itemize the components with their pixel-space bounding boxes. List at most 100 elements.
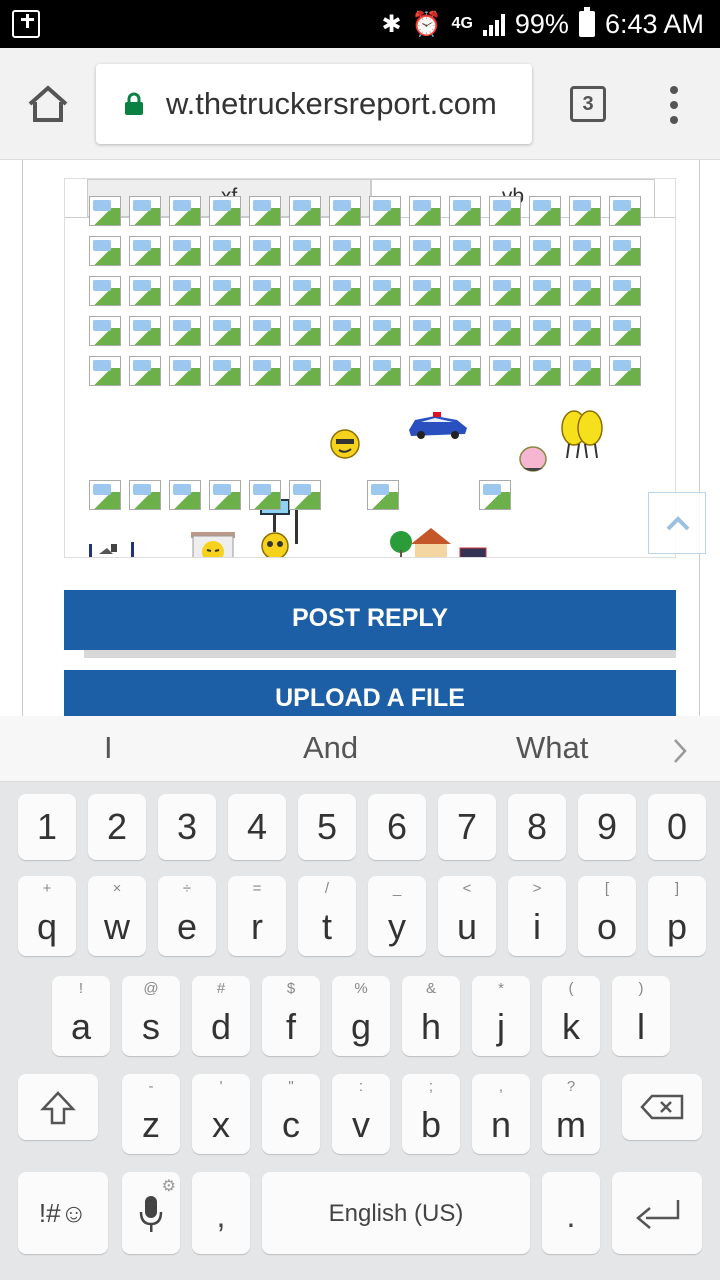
smilie-image[interactable] [409, 276, 441, 306]
smilie-image[interactable] [249, 236, 281, 266]
glasses-icon[interactable] [459, 546, 487, 558]
smilie-image[interactable] [209, 316, 241, 346]
key-0[interactable]: 0 [648, 794, 706, 860]
key-w[interactable]: × w [88, 876, 146, 956]
smilie-image[interactable] [289, 480, 321, 510]
smilie-image[interactable] [249, 316, 281, 346]
police-car-icon[interactable] [405, 408, 471, 440]
smilie-image[interactable] [329, 356, 361, 386]
smilie-image[interactable] [609, 196, 641, 226]
smilie-image[interactable] [129, 316, 161, 346]
smilie-image[interactable] [369, 356, 401, 386]
key-e[interactable]: ÷ e [158, 876, 216, 956]
smilie-image[interactable] [129, 196, 161, 226]
smilie-image[interactable] [369, 196, 401, 226]
smilie-image[interactable] [289, 236, 321, 266]
smilie-image[interactable] [569, 276, 601, 306]
house-icon[interactable] [389, 524, 451, 558]
key-h[interactable]: & h [402, 976, 460, 1056]
key-s[interactable]: @ s [122, 976, 180, 1056]
smilie-image[interactable] [409, 356, 441, 386]
pink-blob-icon[interactable] [517, 444, 549, 474]
smilie-image[interactable] [209, 356, 241, 386]
symbols-key[interactable]: !#☺ [18, 1172, 108, 1254]
key-g[interactable]: % g [332, 976, 390, 1056]
smilie-image[interactable] [409, 236, 441, 266]
smilie-image[interactable] [489, 196, 521, 226]
key-z[interactable]: -z [122, 1074, 180, 1154]
key-6[interactable]: 6 [368, 794, 426, 860]
smilie-image[interactable] [129, 276, 161, 306]
smilie-image[interactable] [289, 356, 321, 386]
smilie-image[interactable] [89, 236, 121, 266]
key-i[interactable]: > i [508, 876, 566, 956]
smilie-image[interactable] [89, 356, 121, 386]
cool-smiley-icon[interactable] [329, 428, 361, 460]
key-u[interactable]: < u [438, 876, 496, 956]
smilie-image[interactable] [249, 196, 281, 226]
smilie-image[interactable] [169, 236, 201, 266]
smilie-image[interactable] [169, 196, 201, 226]
key-f[interactable]: $ f [262, 976, 320, 1056]
enter-key[interactable] [612, 1172, 702, 1254]
smilie-image[interactable] [89, 196, 121, 226]
overflow-menu-button[interactable] [664, 86, 684, 126]
smilie-image[interactable] [449, 276, 481, 306]
smilie-image[interactable] [569, 236, 601, 266]
smilie-image[interactable] [169, 356, 201, 386]
smilie-image[interactable] [209, 480, 241, 510]
key-y[interactable]: _ y [368, 876, 426, 956]
smilie-image[interactable] [609, 236, 641, 266]
smilie-image[interactable] [489, 316, 521, 346]
smilie-image[interactable] [409, 316, 441, 346]
smilie-image[interactable] [489, 276, 521, 306]
smilie-image[interactable] [209, 236, 241, 266]
smilie-image[interactable] [249, 480, 281, 510]
key-p[interactable]: ] p [648, 876, 706, 956]
key-x[interactable]: ' x [192, 1074, 250, 1154]
smilie-image[interactable] [249, 276, 281, 306]
key-a[interactable]: ! a [52, 976, 110, 1056]
smilie-image[interactable] [289, 316, 321, 346]
smilie-image[interactable] [89, 480, 121, 510]
smilie-image[interactable] [209, 276, 241, 306]
key-o[interactable]: [o [578, 876, 636, 956]
smilie-image[interactable] [329, 316, 361, 346]
key-l[interactable]: ) l [612, 976, 670, 1056]
space-key[interactable]: English (US) [262, 1172, 530, 1254]
fishing-icon[interactable] [87, 538, 137, 558]
key-r[interactable]: = r [228, 876, 286, 956]
smilie-image[interactable] [169, 480, 201, 510]
smilie-image[interactable] [449, 316, 481, 346]
shift-key[interactable] [18, 1074, 98, 1140]
key-k[interactable]: (k [542, 976, 600, 1056]
smilie-image[interactable] [329, 236, 361, 266]
key-j[interactable]: * j [472, 976, 530, 1056]
smilie-image[interactable] [489, 356, 521, 386]
comma-key[interactable]: , [192, 1172, 250, 1254]
smilie-image[interactable] [89, 316, 121, 346]
suggestion-3[interactable]: What [516, 730, 588, 766]
smilie-image[interactable] [529, 356, 561, 386]
key-7[interactable]: 7 [438, 794, 496, 860]
smilie-image[interactable] [169, 276, 201, 306]
smilie-image[interactable] [209, 196, 241, 226]
key-5[interactable]: 5 [298, 794, 356, 860]
smilie-image[interactable] [529, 196, 561, 226]
key-q[interactable]: + q [18, 876, 76, 956]
smilie-image[interactable] [129, 236, 161, 266]
smilie-image[interactable] [369, 236, 401, 266]
smilie-image[interactable] [329, 276, 361, 306]
chevron-right-icon[interactable] [672, 738, 688, 764]
key-c[interactable]: " c [262, 1074, 320, 1154]
key-9[interactable]: 9 [578, 794, 636, 860]
smilie-image[interactable] [529, 316, 561, 346]
key-4[interactable]: 4 [228, 794, 286, 860]
scroll-to-top-button[interactable] [648, 492, 706, 554]
smilie-image[interactable] [569, 356, 601, 386]
smilie-image[interactable] [289, 276, 321, 306]
voice-input-key[interactable]: ⚙ [122, 1172, 180, 1254]
smilie-image[interactable] [449, 196, 481, 226]
key-3[interactable]: 3 [158, 794, 216, 860]
smilie-image[interactable] [609, 276, 641, 306]
